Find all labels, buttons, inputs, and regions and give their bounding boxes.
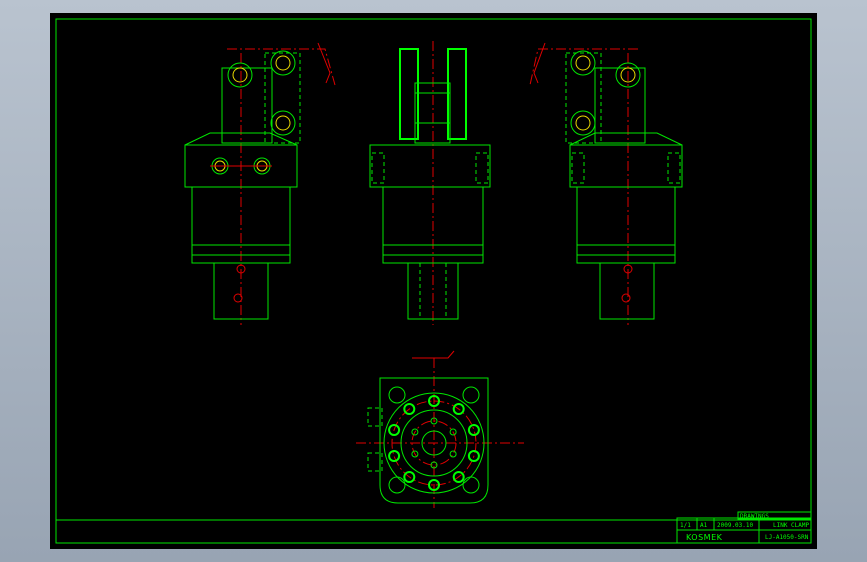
title-block-part-name: LINK CLAMP [773,522,810,529]
drawing-sheet: DRAWINGS 1/1 A1 2009.03.10 LINK CLAMP KO… [55,18,812,544]
cad-drawing-viewport[interactable]: DRAWINGS 1/1 A1 2009.03.10 LINK CLAMP KO… [50,13,817,549]
pin-hole [449,450,457,458]
title-block-scale: 1/1 [680,522,691,529]
bottom-view [356,350,524,508]
bolt-hole [388,450,401,462]
title-block-size: A1 [700,522,708,529]
bolt-hole [467,424,480,436]
title-block-company: KOSMEK [686,533,723,542]
title-block-date: 2009.03.10 [717,522,754,529]
title-block: DRAWINGS 1/1 A1 2009.03.10 LINK CLAMP KO… [676,511,812,544]
side-view-left [184,42,336,325]
title-block-customer-ref: DRAWINGS [740,513,769,520]
pin-hole [449,428,457,436]
front-view-center [369,41,491,325]
side-view-right [529,42,683,325]
title-block-model-no: LJ-A1050-SRN [765,534,809,541]
